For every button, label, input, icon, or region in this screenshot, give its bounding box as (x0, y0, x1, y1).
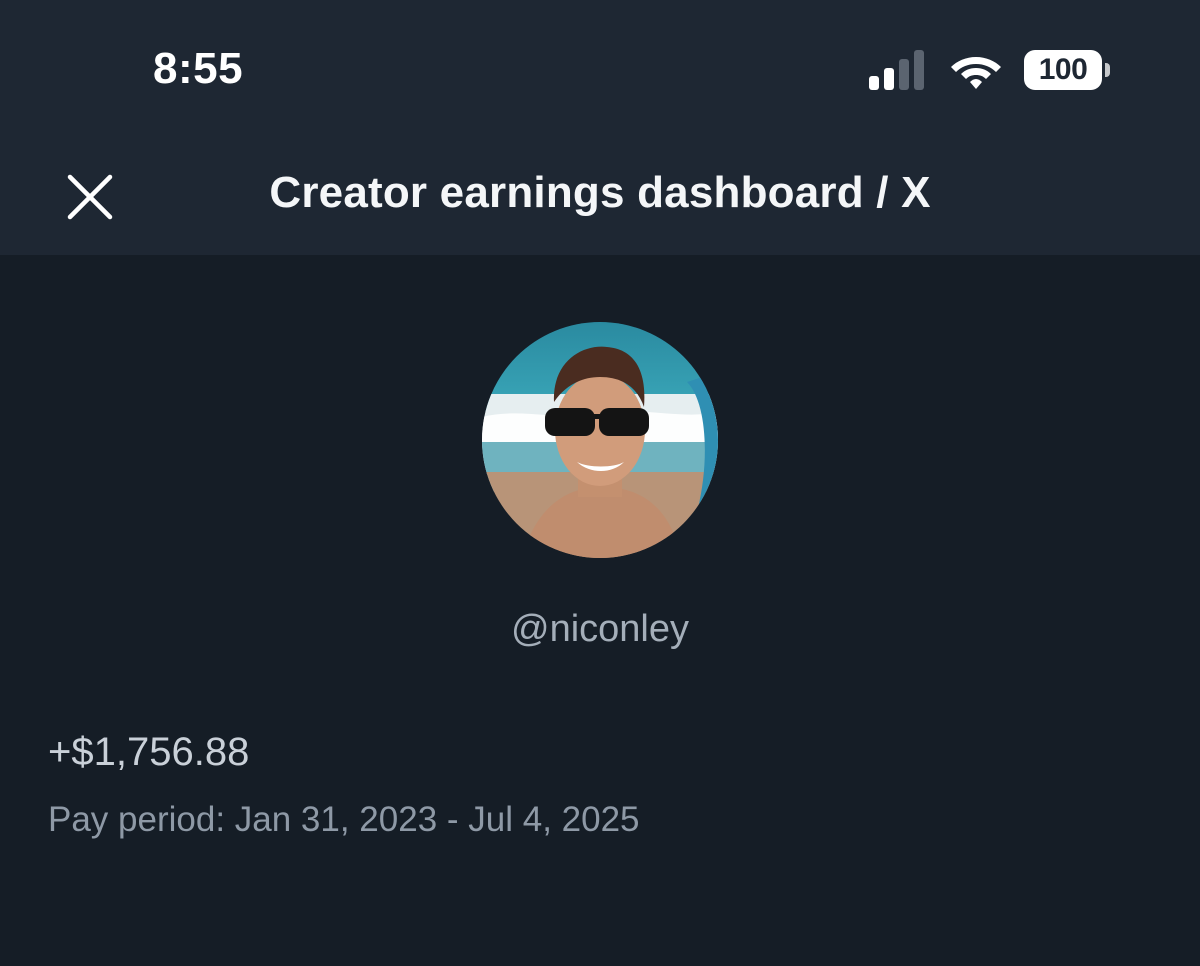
battery-body: 100 (1024, 50, 1102, 90)
battery-tip (1105, 63, 1110, 77)
pay-period: Pay period: Jan 31, 2023 - Jul 4, 2025 (48, 800, 640, 839)
username: @niconley (511, 608, 689, 650)
battery-level: 100 (1038, 53, 1088, 86)
earnings-screen: 8:55 100 Creator earnings dashboard / X … (0, 0, 1200, 966)
status-icons: 100 (867, 50, 1112, 94)
profile-photo (482, 322, 718, 558)
earnings-amount: +$1,756.88 (48, 730, 250, 774)
status-time: 8:55 (153, 44, 244, 93)
signal-icon (869, 50, 924, 90)
page-title: Creator earnings dashboard / X (269, 168, 931, 217)
top-bar: 8:55 100 Creator earnings dashboard / X (0, 0, 1200, 255)
battery-icon: 100 (1024, 50, 1112, 92)
avatar[interactable] (482, 322, 718, 558)
wifi-icon (951, 57, 1001, 89)
